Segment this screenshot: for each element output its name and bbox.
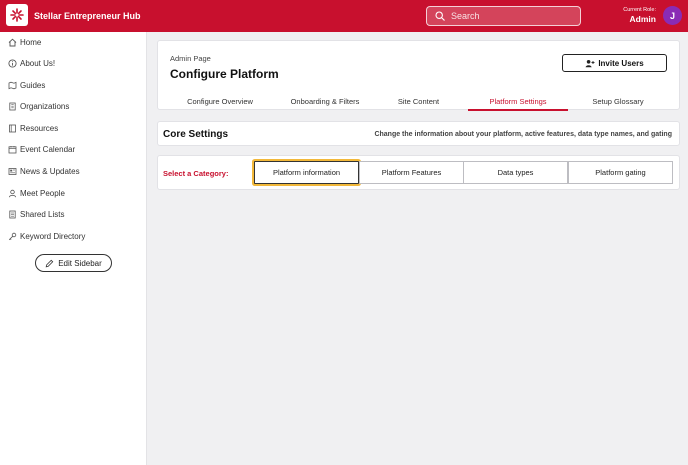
category-label: Select a Category: <box>163 169 229 178</box>
tab-setup-glossary[interactable]: Setup Glossary <box>574 95 662 111</box>
book-icon <box>8 124 17 133</box>
news-icon <box>8 167 17 176</box>
calendar-icon <box>8 145 17 154</box>
logo-icon <box>10 8 24 22</box>
sidebar-item-label: Resources <box>20 123 59 133</box>
edit-sidebar-button[interactable]: Edit Sidebar <box>35 254 112 272</box>
person-icon <box>8 189 17 198</box>
category-platform-features-button[interactable]: Platform Features <box>359 161 464 184</box>
category-selector-card: Select a Category: Platform information … <box>157 155 680 190</box>
sidebar-item-shared-lists[interactable]: Shared Lists <box>8 207 64 221</box>
tab-site-content[interactable]: Site Content <box>381 95 456 111</box>
sidebar-item-label: Meet People <box>20 188 65 198</box>
top-bar: Stellar Entrepreneur Hub Current Role: A… <box>0 0 688 32</box>
list-icon <box>8 210 17 219</box>
tab-onboarding-filters[interactable]: Onboarding & Filters <box>275 95 375 111</box>
tab-configure-overview[interactable]: Configure Overview <box>173 95 267 111</box>
category-platform-gating-button[interactable]: Platform gating <box>568 161 673 184</box>
sidebar-item-label: About Us! <box>20 58 56 68</box>
add-user-icon <box>585 59 595 68</box>
app-logo[interactable] <box>6 4 28 26</box>
building-icon <box>8 102 17 111</box>
category-data-types-button[interactable]: Data types <box>463 161 568 184</box>
core-settings-card: Core Settings Change the information abo… <box>157 121 680 146</box>
sidebar-item-label: Guides <box>20 80 46 90</box>
sidebar-item-meet-people[interactable]: Meet People <box>8 186 65 200</box>
sidebar: Home About Us! Guides Organizations Reso… <box>0 32 147 465</box>
page-title: Configure Platform <box>170 67 279 81</box>
search-icon <box>435 11 445 21</box>
sidebar-item-home[interactable]: Home <box>8 35 41 49</box>
sidebar-item-resources[interactable]: Resources <box>8 121 58 135</box>
home-icon <box>8 38 17 47</box>
info-icon <box>8 58 17 68</box>
category-platform-information-button[interactable]: Platform information <box>254 161 359 184</box>
sidebar-item-guides[interactable]: Guides <box>8 78 45 92</box>
search-box[interactable] <box>426 6 581 26</box>
sidebar-item-about-us[interactable]: About Us! <box>8 56 55 70</box>
invite-users-label: Invite Users <box>598 58 644 68</box>
section-title: Core Settings <box>163 129 229 140</box>
edit-sidebar-label: Edit Sidebar <box>58 258 102 268</box>
invite-users-button[interactable]: Invite Users <box>562 54 667 72</box>
search-input[interactable] <box>451 11 571 21</box>
sidebar-item-event-calendar[interactable]: Event Calendar <box>8 142 75 156</box>
sidebar-item-organizations[interactable]: Organizations <box>8 99 69 113</box>
role-value: Admin <box>629 14 656 24</box>
sidebar-item-label: Event Calendar <box>20 144 76 154</box>
app-title: Stellar Entrepreneur Hub <box>34 11 141 21</box>
sidebar-item-label: Keyword Directory <box>20 231 86 241</box>
sidebar-item-news-updates[interactable]: News & Updates <box>8 164 80 178</box>
map-icon <box>8 81 17 90</box>
section-description: Change the information about your platfo… <box>374 131 672 138</box>
page-subtitle: Admin Page <box>170 54 211 63</box>
sidebar-item-label: Organizations <box>20 101 70 111</box>
sidebar-item-label: Home <box>20 37 42 47</box>
avatar[interactable]: J <box>663 6 682 25</box>
tab-platform-settings[interactable]: Platform Settings <box>468 95 568 111</box>
admin-header-card: Admin Page Configure Platform Invite Use… <box>157 40 680 111</box>
role-label: Current Role: <box>623 7 656 13</box>
pencil-icon <box>45 259 54 268</box>
sidebar-item-label: Shared Lists <box>20 209 65 219</box>
key-icon <box>8 232 17 241</box>
sidebar-item-label: News & Updates <box>20 166 80 176</box>
sidebar-item-keyword-directory[interactable]: Keyword Directory <box>8 229 85 243</box>
current-role: Current Role: Admin <box>623 7 656 25</box>
